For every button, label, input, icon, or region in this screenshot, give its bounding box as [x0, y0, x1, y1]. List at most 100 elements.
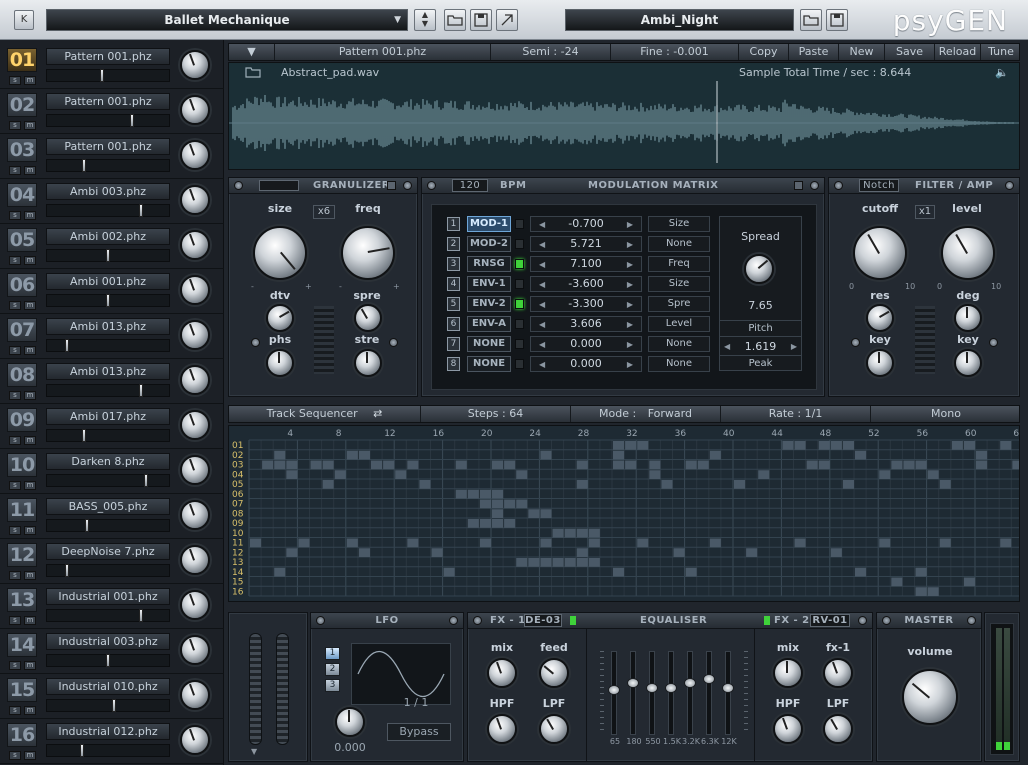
sequencer-note[interactable] — [310, 460, 322, 470]
track-volume-knob[interactable] — [180, 680, 210, 710]
sequencer-note[interactable] — [455, 460, 467, 470]
track-number[interactable]: 10 — [7, 453, 37, 477]
sequencer-note[interactable] — [504, 519, 516, 528]
sequencer-note[interactable] — [492, 489, 504, 499]
mod-led[interactable] — [515, 259, 524, 269]
track-row[interactable]: 01 s m Pattern 001.phz — [0, 44, 224, 89]
mute-button[interactable]: m — [24, 301, 36, 310]
sequencer-grid[interactable]: 01 02 03 04 05 06 07 08 09 10 11 12 13 14 15 16 4 8 12 16 20… — [228, 425, 1020, 602]
sequencer-note[interactable] — [540, 450, 552, 460]
track-slider[interactable] — [46, 699, 170, 712]
sequencer-note[interactable] — [661, 480, 673, 489]
track-volume-knob[interactable] — [180, 320, 210, 350]
track-slider-thumb[interactable] — [82, 159, 86, 172]
modmatrix-right-dot-icon[interactable] — [810, 181, 819, 190]
eq-slider-thumb[interactable] — [608, 685, 620, 695]
sequencer-note[interactable] — [613, 460, 625, 470]
mod-amount[interactable]: ◀ 0.000 ▶ — [530, 336, 642, 352]
granulizer-right-dot-icon[interactable] — [403, 181, 412, 190]
key2-knob[interactable] — [954, 349, 982, 377]
stre-dot-icon[interactable] — [389, 338, 398, 347]
eq-slider[interactable] — [703, 651, 715, 735]
sequencer-note[interactable] — [540, 538, 552, 548]
track-volume-knob[interactable] — [180, 635, 210, 665]
track-slider[interactable] — [46, 519, 170, 532]
mute-button[interactable]: m — [24, 661, 36, 670]
sequencer-note[interactable] — [734, 480, 746, 489]
eq-slider[interactable] — [627, 651, 639, 735]
sequencer-note[interactable] — [540, 509, 552, 518]
track-row[interactable]: 12 s m DeepNoise 7.phz — [0, 539, 224, 584]
track-slider-thumb[interactable] — [139, 384, 143, 397]
sequencer-note[interactable] — [903, 460, 915, 470]
track-name[interactable]: BASS_005.phz — [46, 498, 170, 515]
eq-slider[interactable] — [646, 651, 658, 735]
level-knob[interactable] — [941, 226, 995, 280]
track-name[interactable]: Industrial 001.phz — [46, 588, 170, 605]
sequencer-note[interactable] — [346, 538, 358, 548]
master-right-dot-icon[interactable] — [967, 616, 976, 625]
mod-right-arrow-icon[interactable]: ▶ — [627, 337, 633, 353]
mod-right-arrow-icon[interactable]: ▶ — [627, 277, 633, 293]
sequencer-note[interactable] — [806, 460, 818, 470]
mute-button[interactable]: m — [24, 481, 36, 490]
mute-button[interactable]: m — [24, 616, 36, 625]
copy-button[interactable]: Copy — [739, 44, 789, 60]
mod-right-arrow-icon[interactable]: ▶ — [627, 317, 633, 333]
sequencer-note[interactable] — [504, 499, 516, 509]
pitch-value[interactable]: ◀ 1.619 ▶ — [720, 338, 801, 355]
sequencer-note[interactable] — [322, 460, 334, 470]
mod-led[interactable] — [515, 299, 524, 309]
track-name[interactable]: Industrial 003.phz — [46, 633, 170, 650]
mono-toggle[interactable]: Mono — [871, 406, 1021, 422]
mute-button[interactable]: m — [24, 526, 36, 535]
sequencer-note[interactable] — [250, 538, 262, 548]
track-name[interactable]: Pattern 001.phz — [46, 48, 170, 65]
track-row[interactable]: 11 s m BASS_005.phz — [0, 494, 224, 539]
res-knob[interactable] — [866, 304, 894, 332]
mod-destination[interactable]: None — [648, 356, 710, 372]
track-volume-knob[interactable] — [180, 725, 210, 755]
track-slider[interactable] — [46, 564, 170, 577]
lfo-button-1[interactable]: 1 — [325, 647, 340, 660]
mod-led[interactable] — [515, 319, 524, 329]
track-number[interactable]: 04 — [7, 183, 37, 207]
sequencer-note[interactable] — [516, 558, 528, 567]
track-slider-thumb[interactable] — [130, 114, 134, 127]
mute-button[interactable]: m — [24, 166, 36, 175]
sequencer-note[interactable] — [649, 460, 661, 470]
mod-source[interactable]: RNSG — [467, 256, 511, 272]
waveform-display[interactable]: Abstract_pad.wav Sample Total Time / sec… — [228, 62, 1020, 170]
track-slider-thumb[interactable] — [85, 519, 89, 532]
eq-slider-thumb[interactable] — [684, 678, 696, 688]
sequencer-note[interactable] — [492, 460, 504, 470]
sequencer-note[interactable] — [455, 489, 467, 499]
sequencer-note[interactable] — [576, 528, 588, 538]
solo-button[interactable]: s — [9, 751, 21, 760]
sequencer-note[interactable] — [830, 548, 842, 557]
pattern-menu-icon[interactable]: ▼ — [229, 44, 275, 60]
track-row[interactable]: 08 s m Ambi 013.phz — [0, 359, 224, 404]
sequencer-note[interactable] — [576, 558, 588, 567]
mute-button[interactable]: m — [24, 706, 36, 715]
track-slider[interactable] — [46, 429, 170, 442]
sequencer-note[interactable] — [891, 577, 903, 587]
sequencer-note[interactable] — [479, 538, 491, 548]
fx2-hpf-knob[interactable] — [773, 714, 803, 744]
solo-button[interactable]: s — [9, 706, 21, 715]
sequencer-note[interactable] — [976, 460, 988, 470]
eq-slider-thumb[interactable] — [665, 683, 677, 693]
mod-left-arrow-icon[interactable]: ◀ — [539, 317, 545, 333]
track-slider[interactable] — [46, 474, 170, 487]
lfo-button-3[interactable]: 3 — [325, 679, 340, 692]
sequencer-note[interactable] — [879, 470, 891, 479]
mute-button[interactable]: m — [24, 436, 36, 445]
mute-button[interactable]: m — [24, 751, 36, 760]
lfo-knob[interactable] — [335, 707, 365, 737]
track-row[interactable]: 15 s m Industrial 010.phz — [0, 674, 224, 719]
track-row[interactable]: 06 s m Ambi 001.phz — [0, 269, 224, 314]
track-slider[interactable] — [46, 744, 170, 757]
track-number[interactable]: 01 — [7, 48, 37, 72]
track-slider-thumb[interactable] — [82, 429, 86, 442]
sequencer-note[interactable] — [927, 470, 939, 479]
